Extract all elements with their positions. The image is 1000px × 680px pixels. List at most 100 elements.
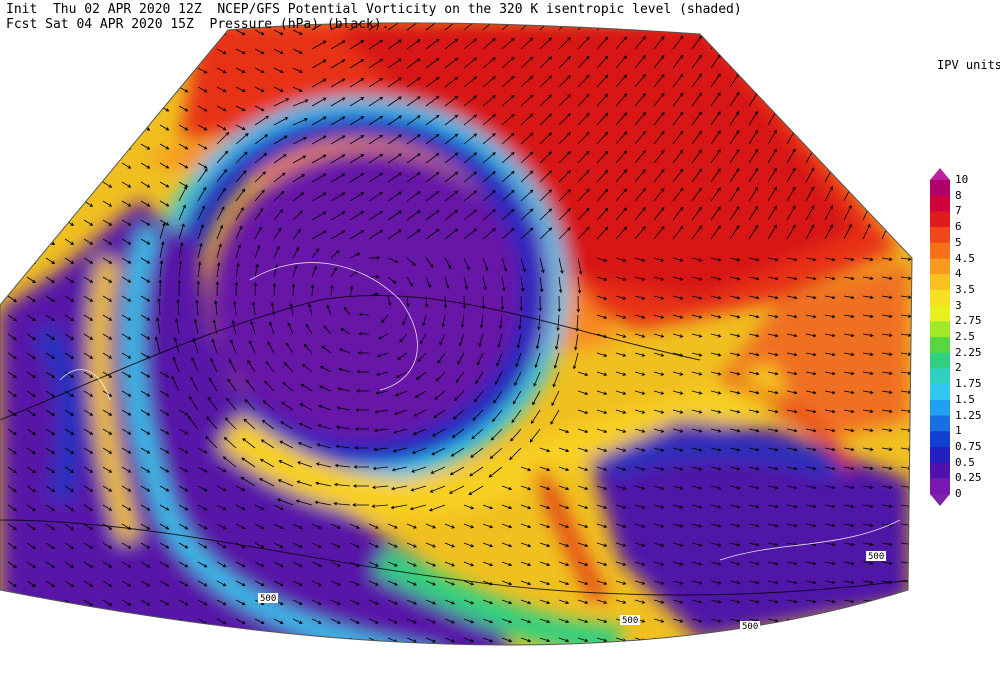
wind-arrow bbox=[102, 618, 113, 625]
wind-arrow bbox=[881, 618, 893, 622]
wind-arrow bbox=[843, 71, 852, 88]
wind-arrow bbox=[786, 34, 796, 50]
colorbar-swatch bbox=[930, 446, 950, 464]
wind-arrow bbox=[786, 53, 796, 69]
wind-arrow bbox=[843, 22, 852, 31]
wind-arrow bbox=[45, 599, 56, 606]
wind-arrow bbox=[862, 618, 874, 623]
wind-arrow bbox=[8, 676, 16, 680]
wind-arrow bbox=[121, 124, 132, 131]
wind-arrow bbox=[7, 238, 17, 246]
wind-arrow bbox=[83, 181, 94, 188]
wind-arrow bbox=[83, 618, 94, 625]
wind-arrow bbox=[729, 637, 741, 642]
wind-arrow bbox=[786, 72, 796, 88]
wind-arrow bbox=[83, 86, 94, 93]
wind-arrow bbox=[882, 676, 892, 679]
wind-arrow bbox=[900, 147, 908, 164]
wind-arrow bbox=[786, 91, 796, 107]
wind-arrow bbox=[881, 128, 890, 145]
wind-arrow bbox=[45, 618, 56, 625]
wind-arrow bbox=[692, 676, 702, 679]
wind-arrow bbox=[7, 257, 17, 265]
wind-arrow bbox=[159, 67, 170, 74]
wind-arrow bbox=[673, 657, 683, 660]
wind-arrow bbox=[900, 33, 908, 50]
colorbar-swatch bbox=[930, 368, 950, 385]
wind-arrow bbox=[217, 657, 226, 662]
wind-arrow bbox=[634, 22, 646, 31]
wind-arrow bbox=[46, 676, 54, 680]
wind-arrow bbox=[710, 22, 721, 31]
wind-arrow bbox=[64, 200, 75, 207]
wind-arrow bbox=[748, 53, 759, 69]
wind-arrow bbox=[26, 67, 36, 74]
wind-arrow bbox=[748, 72, 759, 88]
wind-arrow bbox=[767, 72, 777, 88]
colorbar-bottom-arrow bbox=[930, 494, 950, 506]
wind-arrow bbox=[45, 219, 56, 226]
wind-arrow bbox=[312, 676, 321, 680]
wind-arrow bbox=[197, 637, 208, 644]
contour-label: 500 bbox=[742, 622, 758, 632]
wind-arrow bbox=[45, 143, 56, 150]
colorbar-label: 2.5 bbox=[955, 330, 975, 343]
wind-arrow bbox=[900, 204, 908, 221]
wind-arrow bbox=[45, 105, 56, 112]
wind-arrow bbox=[767, 53, 777, 69]
wind-arrow bbox=[369, 676, 378, 680]
colorbar-swatch bbox=[930, 321, 950, 338]
wind-arrow bbox=[900, 185, 908, 202]
colorbar-swatch bbox=[930, 289, 950, 307]
wind-arrow bbox=[615, 22, 628, 31]
wind-arrow bbox=[64, 48, 75, 55]
wind-arrow bbox=[711, 676, 721, 679]
wind-arrow bbox=[64, 124, 75, 131]
wind-arrow bbox=[900, 109, 908, 126]
wind-arrow bbox=[862, 128, 871, 145]
wind-arrow bbox=[843, 618, 855, 623]
wind-arrow bbox=[198, 657, 207, 662]
wind-arrow bbox=[64, 143, 75, 150]
wind-arrow bbox=[824, 91, 833, 107]
wind-arrow bbox=[692, 657, 702, 660]
wind-arrow bbox=[691, 637, 703, 642]
wind-arrow bbox=[102, 67, 113, 74]
wind-arrow bbox=[824, 22, 833, 31]
wind-arrow bbox=[786, 637, 798, 642]
wind-arrow bbox=[330, 637, 341, 643]
wind-arrow bbox=[768, 657, 778, 660]
wind-arrow bbox=[862, 90, 871, 107]
wind-arrow bbox=[45, 162, 56, 169]
wind-arrow bbox=[729, 22, 740, 31]
wind-arrow bbox=[140, 86, 151, 93]
wind-arrow bbox=[178, 637, 189, 644]
wind-arrow bbox=[653, 22, 665, 31]
wind-arrow bbox=[900, 223, 908, 240]
wind-arrow bbox=[26, 238, 36, 245]
wind-arrow bbox=[901, 676, 911, 679]
wind-arrow bbox=[7, 200, 17, 208]
wind-arrow bbox=[83, 143, 94, 150]
wind-arrow bbox=[900, 618, 912, 622]
wind-arrow bbox=[26, 86, 36, 93]
wind-arrow bbox=[881, 204, 890, 221]
wind-arrow bbox=[654, 676, 664, 679]
wind-arrow bbox=[26, 162, 36, 169]
wind-arrow bbox=[843, 128, 852, 145]
wind-arrow bbox=[881, 22, 890, 31]
wind-arrow bbox=[881, 637, 893, 641]
wind-arrow bbox=[160, 657, 169, 662]
wind-arrow bbox=[159, 48, 170, 55]
wind-arrow bbox=[843, 147, 852, 164]
wind-arrow bbox=[26, 181, 36, 188]
wind-arrow bbox=[768, 676, 778, 679]
wind-arrow bbox=[521, 676, 530, 680]
wind-arrow bbox=[102, 105, 113, 112]
wind-arrow bbox=[179, 676, 188, 680]
wind-arrow bbox=[26, 124, 36, 131]
pv-map: 500 500 500 500 bbox=[0, 22, 913, 680]
wind-arrow bbox=[672, 637, 684, 642]
wind-arrow bbox=[7, 599, 17, 607]
wind-arrow bbox=[862, 71, 871, 88]
